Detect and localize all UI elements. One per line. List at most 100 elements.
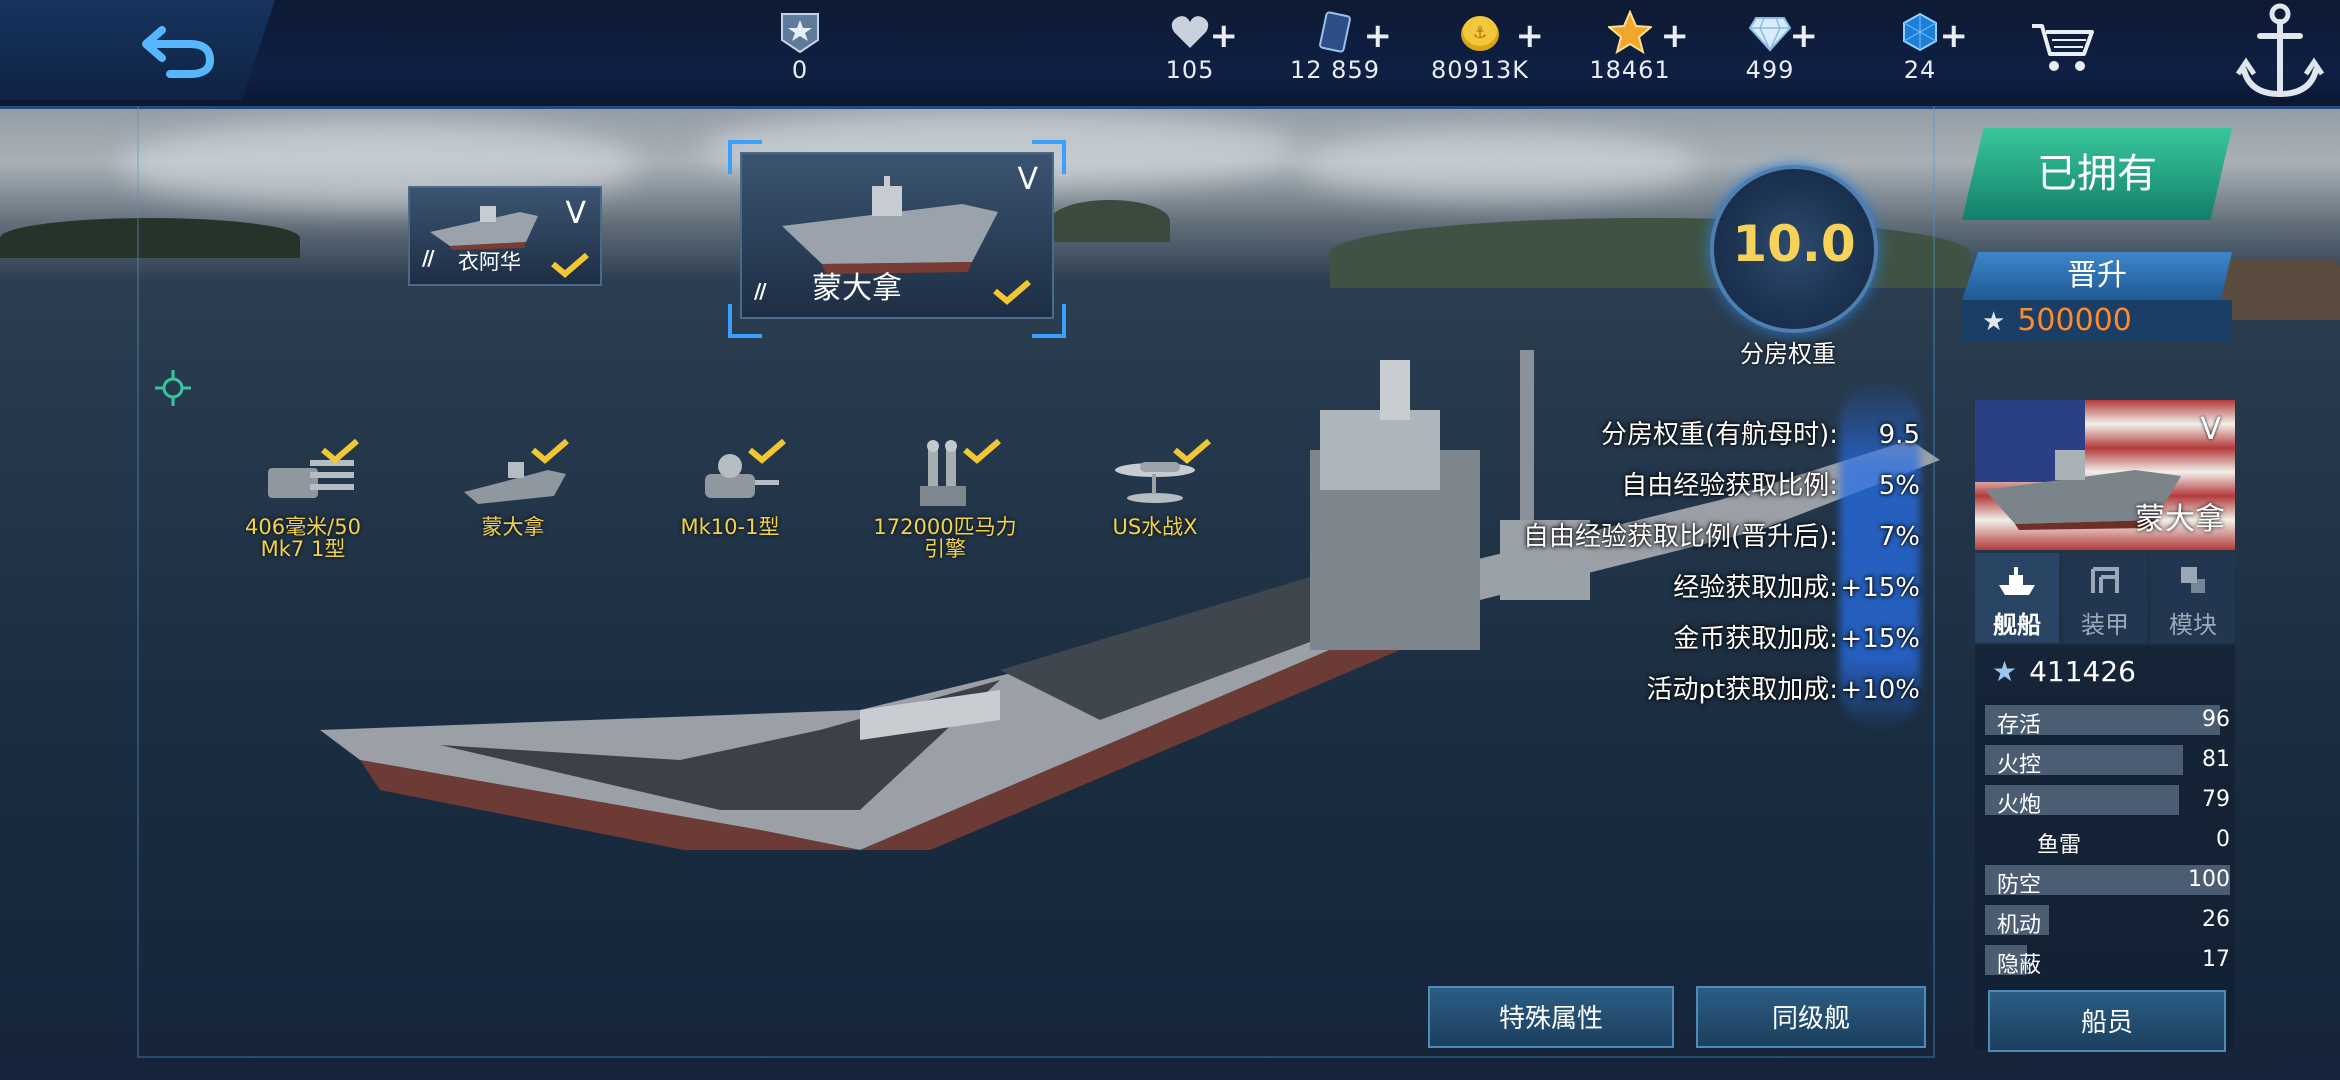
add-gem-plus[interactable]: + bbox=[1940, 16, 1969, 56]
attribute-label: 机动 bbox=[1997, 913, 2042, 938]
tab-armor[interactable]: 装甲 bbox=[2063, 553, 2147, 643]
selection-corner bbox=[1032, 304, 1066, 338]
check-icon bbox=[1173, 438, 1211, 464]
promote-button[interactable]: 晋升 ★ 500000 bbox=[1962, 252, 2232, 344]
ship-name: 衣阿华 bbox=[458, 250, 521, 274]
stat-value: 7% bbox=[1878, 522, 1920, 552]
rating-value: 10.0 bbox=[1732, 215, 1856, 273]
anchor-menu-icon[interactable] bbox=[2230, 0, 2330, 105]
crosshair-icon[interactable] bbox=[155, 370, 191, 406]
portrait-name: 蒙大拿 bbox=[2135, 502, 2225, 537]
module-label: 406毫米/50 bbox=[245, 515, 361, 539]
tab-label: 装甲 bbox=[2081, 611, 2129, 639]
ship-card-iowa[interactable]: V // 衣阿华 bbox=[408, 186, 602, 286]
promote-cost-value: 500000 bbox=[2017, 303, 2132, 338]
navy-mark: // bbox=[422, 246, 435, 270]
tab-ship[interactable]: 舰船 bbox=[1975, 553, 2059, 643]
card-icon bbox=[1319, 11, 1351, 53]
power-score-value: 411426 bbox=[2029, 655, 2136, 688]
check-icon bbox=[963, 438, 1001, 464]
rank-resource[interactable]: 0 bbox=[760, 6, 840, 102]
module-label-2: Mk7 1型 bbox=[260, 537, 346, 561]
gold-resource[interactable]: ⚓ + 80913K bbox=[1420, 6, 1544, 102]
stat-value: +10% bbox=[1840, 675, 1920, 705]
check-icon bbox=[551, 252, 589, 278]
rank-value: 0 bbox=[791, 56, 809, 84]
attribute-value: 26 bbox=[2202, 907, 2230, 932]
attribute-bar: 存活 96 bbox=[1985, 705, 2230, 738]
tab-label: 模块 bbox=[2169, 611, 2217, 639]
module-engine[interactable]: 172000匹马力 引擎 bbox=[870, 438, 1020, 560]
tab-module[interactable]: 模块 bbox=[2151, 553, 2235, 643]
heart-value: 105 bbox=[1165, 56, 1215, 84]
special-attributes-button[interactable]: 特殊属性 bbox=[1428, 986, 1674, 1048]
add-card-plus[interactable]: + bbox=[1364, 16, 1393, 56]
stat-row: 经验获取加成:+15% bbox=[1673, 567, 1920, 604]
stat-label: 自由经验获取比例: bbox=[1621, 471, 1838, 501]
add-heart-plus[interactable]: + bbox=[1210, 16, 1239, 56]
heart-resource[interactable]: + 105 bbox=[1150, 6, 1238, 102]
add-star-plus[interactable]: + bbox=[1661, 16, 1690, 56]
module-label: 蒙大拿 bbox=[481, 515, 545, 539]
attribute-value: 17 bbox=[2202, 947, 2230, 972]
check-icon bbox=[993, 279, 1031, 305]
rating-label: 分房权重 bbox=[1740, 340, 1836, 368]
module-fire-control[interactable]: Mk10-1型 bbox=[655, 438, 805, 538]
attribute-bar: 机动 26 bbox=[1985, 905, 2230, 938]
owned-button[interactable]: 已拥有 bbox=[1962, 128, 2232, 220]
module-main-gun[interactable]: 406毫米/50 Mk7 1型 bbox=[228, 438, 378, 561]
detail-tabs: 舰船 装甲 模块 bbox=[1975, 553, 2235, 643]
check-icon bbox=[321, 438, 359, 464]
back-button[interactable] bbox=[140, 20, 220, 80]
attribute-label: 防空 bbox=[1997, 873, 2042, 898]
attribute-bar: 防空 100 bbox=[1985, 865, 2230, 898]
stat-value: +15% bbox=[1840, 624, 1920, 654]
rank-badge-icon bbox=[781, 13, 819, 54]
ship-card-montana[interactable]: V // 蒙大拿 bbox=[740, 152, 1054, 319]
attribute-label: 火炮 bbox=[1997, 793, 2042, 818]
gold-value: 80913K bbox=[1430, 56, 1530, 84]
gem-value: 24 bbox=[1903, 56, 1937, 84]
module-tab-icon bbox=[2181, 567, 2205, 593]
add-diamond-plus[interactable]: + bbox=[1790, 16, 1819, 56]
ship-tier: V bbox=[565, 196, 586, 231]
attribute-label: 鱼雷 bbox=[2037, 833, 2082, 858]
gem-resource[interactable]: + 24 bbox=[1880, 6, 1968, 102]
stat-row: 自由经验获取比例: 5% bbox=[1621, 465, 1920, 502]
portrait-tier: V bbox=[2200, 412, 2221, 447]
attribute-label: 火控 bbox=[1997, 753, 2042, 778]
gold-coin-icon: ⚓ bbox=[1461, 16, 1499, 51]
armor-tab-icon bbox=[2091, 567, 2119, 593]
attribute-bar: 隐蔽 17 bbox=[1985, 945, 2230, 978]
check-icon bbox=[531, 438, 569, 464]
back-tab-background bbox=[0, 0, 275, 100]
attribute-bar: 火控 81 bbox=[1985, 745, 2230, 778]
card-resource[interactable]: + 12 859 bbox=[1280, 6, 1393, 102]
same-tier-ships-button[interactable]: 同级舰 bbox=[1696, 986, 1926, 1048]
selection-corner bbox=[728, 304, 762, 338]
stat-value: +15% bbox=[1840, 573, 1920, 603]
stat-label: 经验获取加成: bbox=[1673, 573, 1838, 603]
attribute-value: 100 bbox=[2188, 867, 2230, 892]
power-score: ★ 411426 bbox=[1992, 655, 2136, 688]
stat-value: 5% bbox=[1878, 471, 1920, 501]
attribute-value: 0 bbox=[2216, 827, 2230, 852]
star-resource[interactable]: + 18461 bbox=[1575, 6, 1689, 102]
attribute-value: 81 bbox=[2202, 747, 2230, 772]
ship-thumbnail bbox=[782, 176, 998, 274]
diamond-resource[interactable]: + 499 bbox=[1730, 6, 1818, 102]
promote-cost: ★ 500000 bbox=[1962, 300, 2232, 342]
add-gold-plus[interactable]: + bbox=[1516, 16, 1545, 56]
stat-row: 金币获取加成:+15% bbox=[1673, 618, 1920, 655]
crew-button[interactable]: 船员 bbox=[1988, 990, 2226, 1052]
attribute-bar: 火炮 79 bbox=[1985, 785, 2230, 818]
navy-mark: // bbox=[754, 279, 767, 303]
module-hull[interactable]: 蒙大拿 bbox=[438, 438, 588, 539]
matchmaking-rating-dial: 10.0 bbox=[1710, 165, 1878, 333]
diamond-icon bbox=[1748, 17, 1792, 52]
module-seaplane[interactable]: US水战X bbox=[1080, 438, 1230, 538]
check-icon bbox=[748, 438, 786, 464]
stat-label: 活动pt获取加成: bbox=[1646, 675, 1838, 705]
shop-cart-icon[interactable] bbox=[2030, 20, 2096, 74]
stat-row: 分房权重(有航母时): 9.5 bbox=[1601, 414, 1920, 451]
